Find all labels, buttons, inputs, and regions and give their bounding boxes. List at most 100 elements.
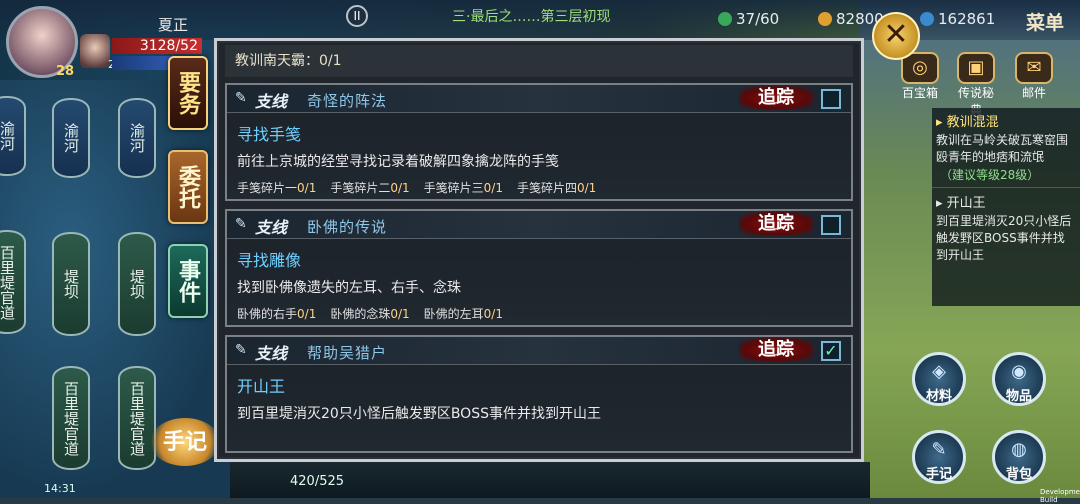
panel-head-objective: 教训南天霸：0/1	[225, 45, 853, 77]
track-label: 追踪	[739, 86, 813, 110]
quest-header: ✎ 支线 帮助吴猎户 追踪 ✓	[227, 337, 851, 365]
track-label: 追踪	[739, 212, 813, 236]
side-quest-level: （建议等级28级）	[940, 168, 1040, 182]
track-checkbox[interactable]	[821, 215, 841, 235]
feather-icon: ✎	[235, 216, 247, 232]
resource-gem-value: 162861	[938, 10, 996, 28]
notebook-icon: ✎	[931, 439, 947, 460]
bottom-value: 420/525	[290, 474, 345, 489]
map-node[interactable]: 渝河	[52, 98, 90, 178]
notebook-tab[interactable]: 手记	[150, 418, 220, 466]
notebook-button[interactable]: ✎ 手记	[912, 430, 966, 484]
treasure-box-label: 百宝箱	[901, 86, 938, 100]
clock: 14:31	[44, 482, 76, 495]
menu-button[interactable]: 菜单	[1026, 8, 1064, 35]
quest-item-count: 0/1	[297, 307, 317, 321]
notebook-label: 手记	[925, 467, 952, 482]
quest-title: 开山王	[237, 377, 286, 396]
side-quest-title: ▸ 教训混混	[936, 115, 999, 130]
quest-description: 到百里堤消灭20只小怪后触发野区BOSS事件并找到开山王	[237, 406, 601, 422]
quest-item-label: 卧佛的右手	[237, 307, 298, 321]
quest-name: 帮助吴猎户	[307, 344, 388, 362]
item-label: 物品	[1005, 389, 1032, 404]
quest-item-count: 0/1	[297, 181, 317, 195]
quest-description: 找到卧佛像遗失的左耳、右手、念珠	[237, 280, 461, 296]
quest-item-count: 0/1	[483, 307, 503, 321]
quest-type: 支线	[255, 218, 288, 237]
quest-item-count: 0/1	[483, 181, 503, 195]
quest-item-label: 卧佛的念珠	[330, 307, 391, 321]
track-label: 追踪	[739, 338, 813, 362]
tab-events[interactable]: 事件	[168, 244, 208, 318]
feather-icon: ✎	[235, 342, 247, 358]
item-bag-icon: ◉	[1011, 361, 1027, 382]
resource-jade-value: 37/60	[736, 10, 780, 28]
quest-item-label: 手笺碎片二	[330, 181, 391, 195]
quest-description: 前往上京城的经堂寻找记录着破解四象擒龙阵的手笺	[237, 154, 559, 170]
quest-item: 手笺碎片三0/1	[424, 179, 503, 196]
quest-card[interactable]: ✎ 支线 奇怪的阵法 追踪 寻找手笺 前往上京城的经堂寻找记录着破解四象擒龙阵的…	[225, 83, 853, 201]
tab-commissions[interactable]: 委托	[168, 150, 208, 224]
close-button[interactable]: ✕	[872, 12, 920, 60]
top-quest-tracker[interactable]: 三·最后之……第三层初现	[452, 6, 610, 26]
quest-card[interactable]: ✎ 支线 卧佛的传说 追踪 寻找雕像 找到卧佛像遗失的左耳、右手、念珠 卧佛的右…	[225, 209, 853, 327]
map-node[interactable]: 渝河	[118, 98, 156, 178]
quest-header: ✎ 支线 奇怪的阵法 追踪	[227, 85, 851, 113]
tab-main-tasks[interactable]: 要务	[168, 56, 208, 130]
quest-item: 卧佛的右手0/1	[237, 305, 316, 322]
pause-icon[interactable]: II	[346, 5, 368, 27]
quest-item: 手笺碎片一0/1	[237, 179, 316, 196]
mail-button[interactable]: ✉ 邮件	[1012, 52, 1056, 100]
quest-card[interactable]: ✎ 支线 帮助吴猎户 追踪 ✓ 开山王 到百里堤消灭20只小怪后触发野区BOSS…	[225, 335, 853, 453]
quest-item-label: 卧佛的左耳	[423, 307, 484, 321]
treasure-box-button[interactable]: ◎ 百宝箱	[898, 52, 942, 100]
quest-title: 寻找手笺	[237, 125, 302, 144]
player-level: 28	[56, 64, 75, 79]
book-icon: ▣	[957, 52, 995, 84]
hp-bar: 3128/52	[112, 38, 202, 54]
top-icon-row: ◎百宝箱 ▣传说秘典 ✉ 邮件	[894, 52, 1064, 117]
legend-book-button[interactable]: ▣传说秘典	[954, 52, 998, 117]
quest-items: 手笺碎片一0/1 手笺碎片二0/1 手笺碎片三0/1 手笺碎片四0/1	[227, 171, 851, 196]
quest-type: 支线	[255, 92, 288, 111]
backpack-icon: ◍	[1011, 439, 1027, 460]
quest-title: 寻找雕像	[237, 251, 302, 270]
coin-icon	[818, 12, 832, 26]
material-label: 材料	[925, 389, 952, 404]
side-quest-title-text: 教训混混	[946, 115, 999, 130]
quest-header: ✎ 支线 卧佛的传说 追踪	[227, 211, 851, 239]
mail-label: 邮件	[1021, 86, 1046, 100]
gem-icon	[920, 12, 934, 26]
map-node[interactable]: 堤坝	[118, 232, 156, 336]
quest-item: 手笺碎片四0/1	[517, 179, 596, 196]
quest-name: 奇怪的阵法	[307, 92, 388, 110]
map-node[interactable]: 百里堤官道	[0, 230, 26, 334]
side-quest-title-2: ▸ 开山王	[932, 187, 1080, 211]
jade-icon	[718, 12, 732, 26]
map-node[interactable]: 渝河	[0, 96, 26, 176]
backpack-button[interactable]: ◍ 背包	[992, 430, 1046, 484]
item-button[interactable]: ◉ 物品	[992, 352, 1046, 406]
quest-item: 卧佛的左耳0/1	[424, 305, 503, 322]
mail-icon: ✉	[1015, 52, 1053, 84]
quest-item: 手笺碎片二0/1	[330, 179, 409, 196]
quest-items: 卧佛的右手0/1 卧佛的念珠0/1 卧佛的左耳0/1	[227, 297, 851, 322]
side-quest-tracker[interactable]: ▸ 教训混混 教训在马岭关破瓦寒窑围殴青年的地痞和流氓 （建议等级28级） ▸ …	[932, 108, 1080, 306]
quest-name: 卧佛的传说	[307, 218, 388, 236]
map-node[interactable]: 百里堤官道	[52, 366, 90, 470]
dev-build-label: Development Build	[1040, 488, 1080, 504]
track-checkbox[interactable]	[821, 89, 841, 109]
map-node[interactable]: 堤坝	[52, 232, 90, 336]
side-quest-body: 教训在马岭关破瓦寒窑围殴青年的地痞和流氓	[936, 133, 1069, 164]
quest-type: 支线	[255, 344, 288, 363]
pet-avatar[interactable]	[80, 34, 110, 68]
quest-item-count: 0/1	[390, 307, 410, 321]
quest-item: 卧佛的念珠0/1	[330, 305, 409, 322]
feather-icon: ✎	[235, 90, 247, 106]
quest-panel: 教训南天霸：0/1 ✎ 支线 奇怪的阵法 追踪 寻找手笺 前往上京城的经堂寻找记…	[214, 38, 864, 462]
map-node[interactable]: 百里堤官道	[118, 366, 156, 470]
side-quest-body-2: 到百里堤消灭20只小怪后触发野区BOSS事件并找到开山王	[936, 214, 1072, 262]
resource-jade: 37/60	[718, 10, 779, 28]
track-checkbox-checked[interactable]: ✓	[821, 341, 841, 361]
material-button[interactable]: ◈ 材料	[912, 352, 966, 406]
